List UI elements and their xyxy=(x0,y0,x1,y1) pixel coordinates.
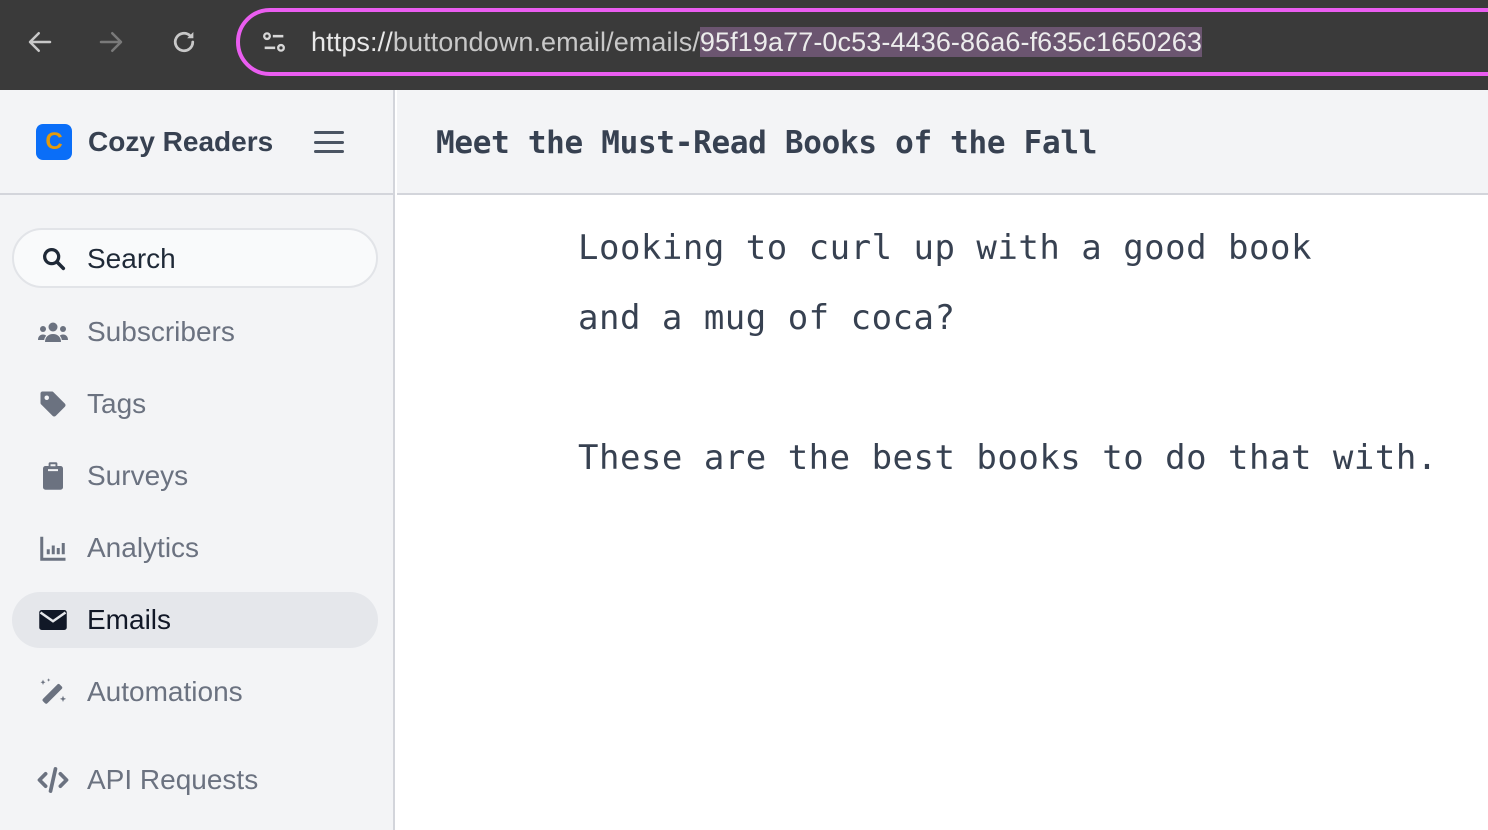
browser-toolbar: https://buttondown.email/emails/95f19a77… xyxy=(0,0,1488,90)
users-icon xyxy=(36,317,70,347)
url-text[interactable]: https://buttondown.email/emails/95f19a77… xyxy=(311,25,1202,59)
sidebar-header: C Cozy Readers xyxy=(0,90,393,195)
email-subject-title[interactable]: Meet the Must-Read Books of the Fall xyxy=(436,123,1097,163)
back-button[interactable] xyxy=(20,22,60,62)
arrow-left-icon xyxy=(28,32,52,52)
menu-toggle-button[interactable] xyxy=(312,128,346,156)
url-host: buttondown.email xyxy=(392,27,607,57)
site-info-button[interactable] xyxy=(258,26,290,58)
email-header: Meet the Must-Read Books of the Fall xyxy=(397,90,1488,195)
sidebar-item-subscribers[interactable]: Subscribers xyxy=(12,304,378,360)
sidebar-item-label: Surveys xyxy=(87,460,189,491)
sidebar-item-api-requests[interactable]: API Requests xyxy=(12,752,378,808)
sidebar-item-automations[interactable]: Automations xyxy=(12,664,378,720)
tune-icon xyxy=(263,32,285,52)
body-line: Looking to curl up with a good book xyxy=(578,228,1312,268)
tag-icon xyxy=(36,389,70,419)
search-label: Search xyxy=(87,243,176,274)
sidebar-item-label: Tags xyxy=(87,388,147,419)
hamburger-line xyxy=(314,140,344,144)
code-icon xyxy=(36,765,70,795)
hamburger-line xyxy=(314,150,344,153)
sidebar-item-tags[interactable]: Tags xyxy=(12,376,378,432)
sidebar-item-label: Emails xyxy=(87,604,172,635)
clipboard-icon xyxy=(36,461,70,491)
hamburger-icon xyxy=(314,131,344,134)
address-bar[interactable]: https://buttondown.email/emails/95f19a77… xyxy=(236,8,1488,76)
reload-button[interactable] xyxy=(164,22,204,62)
arrow-right-icon xyxy=(99,32,123,52)
url-path: /emails/ xyxy=(606,27,700,57)
reload-icon xyxy=(173,31,195,53)
envelope-icon xyxy=(36,605,70,635)
sidebar-item-emails[interactable]: Emails xyxy=(12,592,378,648)
body-line: and a mug of coca? xyxy=(578,298,956,338)
search-button[interactable]: Search xyxy=(12,228,378,288)
forward-button[interactable] xyxy=(91,22,131,62)
chart-icon xyxy=(36,533,70,563)
sidebar-item-surveys[interactable]: Surveys xyxy=(12,448,378,504)
email-body-editor[interactable]: Looking to curl up with a good book and … xyxy=(397,197,1488,830)
url-selected-id: 95f19a77-0c53-4436-86a6-f635c1650263 xyxy=(699,27,1202,57)
sidebar-item-label: Analytics xyxy=(87,532,200,563)
url-scheme: https:// xyxy=(311,27,393,57)
sidebar-item-label: API Requests xyxy=(87,764,259,795)
sidebar-item-label: Automations xyxy=(87,676,243,707)
sidebar-item-analytics[interactable]: Analytics xyxy=(12,520,378,576)
newsletter-logo[interactable]: C xyxy=(36,124,72,160)
sidebar-item-label: Subscribers xyxy=(87,316,235,347)
body-line: These are the best books to do that with… xyxy=(578,438,1438,478)
search-icon xyxy=(43,248,66,271)
newsletter-name[interactable]: Cozy Readers xyxy=(88,124,273,160)
magic-wand-icon xyxy=(36,677,70,707)
sidebar: C Cozy Readers Search Subscribers Tags S… xyxy=(0,90,395,830)
